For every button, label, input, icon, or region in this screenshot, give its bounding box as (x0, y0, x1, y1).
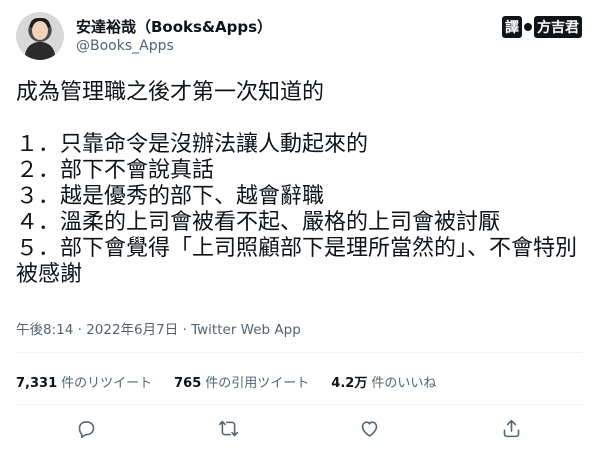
tweet-time-link[interactable]: 午後8:14 (16, 322, 73, 338)
reply-icon (78, 420, 95, 438)
likes-label: 件のいいね (371, 376, 437, 391)
tweet-date-link[interactable]: 2022年6月7日 (86, 322, 178, 338)
avatar[interactable] (16, 12, 64, 60)
likes-stat[interactable]: 4.2万 件のいいね (331, 372, 436, 391)
divider (16, 352, 582, 353)
share-button[interactable] (493, 410, 529, 446)
watermark-translator: 方吉君 (534, 16, 582, 38)
divider (16, 404, 582, 405)
retweet-icon (218, 420, 238, 436)
quotes-label: 件の引用ツイート (205, 376, 310, 391)
tweet-client-link[interactable]: Twitter Web App (191, 322, 301, 338)
tweet-header: 安達裕哉（Books&Apps） @Books_Apps 譯 方吉君 (16, 10, 582, 60)
quotes-count: 765 (174, 376, 202, 391)
tweet-meta: 午後8:14 · 2022年6月7日 · Twitter Web App (16, 318, 301, 338)
retweets-count: 7,331 (16, 376, 58, 391)
watermark-dot (524, 23, 532, 31)
author-name[interactable]: 安達裕哉（Books&Apps） (76, 16, 272, 37)
watermark-prefix: 譯 (502, 16, 522, 38)
author-handle[interactable]: @Books_Apps (76, 38, 174, 54)
tweet-stats: 7,331 件のリツイート 765 件の引用ツイート 4.2万 件のいいね (16, 372, 436, 391)
retweets-stat[interactable]: 7,331 件のリツイート (16, 372, 152, 391)
retweets-label: 件のリツイート (61, 376, 153, 391)
tweet-text: 成為管理職之後才第一次知道的 １．只靠命令是沒辦法讓人動起來的 ２．部下不會說真… (16, 80, 578, 287)
like-button[interactable] (352, 410, 388, 446)
retweet-button[interactable] (210, 410, 246, 446)
meta-separator: · (73, 322, 87, 338)
quotes-stat[interactable]: 765 件の引用ツイート (174, 372, 309, 391)
share-icon (503, 419, 520, 437)
reply-button[interactable] (69, 410, 105, 446)
heart-icon (361, 420, 378, 437)
translator-watermark: 譯 方吉君 (502, 16, 582, 38)
tweet-actions (16, 410, 582, 446)
meta-separator: · (178, 322, 192, 338)
likes-count: 4.2万 (331, 376, 368, 391)
